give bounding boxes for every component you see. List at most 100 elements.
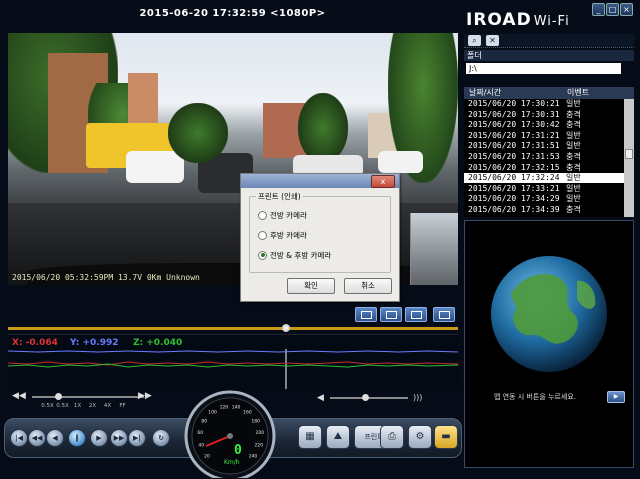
map-hint-text: 맵 연동 시 버튼을 누르세요. [494,393,576,401]
radio-circle-icon [258,230,267,240]
pause-icon[interactable]: ‖ [68,429,86,447]
gauge-tick-label: 20 [204,453,210,459]
gauge-hub [227,433,233,439]
gauge-tick-label: 120 [220,405,229,411]
list-item[interactable]: 2015/06/20 17:32:15 충격 [464,163,624,173]
gauge-tick-label: 200 [256,430,265,436]
radio-circle-icon [258,210,267,220]
radio-rear-camera[interactable]: 후방 카메라 [258,230,307,241]
view-pip-button[interactable] [405,307,427,322]
list-item-event: 충격 [566,162,581,172]
map-connect-button[interactable]: ▶ [607,391,625,403]
ok-button[interactable]: 확인 [287,278,335,294]
speaker-icon[interactable]: ◀ [317,393,324,403]
film-icon[interactable]: ▦ [298,425,322,449]
maximize-button[interactable]: □ [606,3,619,16]
list-item-event: 일반 [566,141,581,151]
radio-front-camera[interactable]: 전방 카메라 [258,210,307,221]
prev-file-icon[interactable]: ◀◀ [28,429,46,447]
folder-path-field[interactable]: J:\ [466,63,621,74]
cancel-button[interactable]: 취소 [344,278,392,294]
close-window-button[interactable]: × [620,3,633,16]
g-sensor-z: Z: +0.040 [133,338,183,348]
view-front-button[interactable] [355,307,377,322]
list-item[interactable]: 2015/06/20 17:33:21 일반 [464,184,624,194]
settings-gear-icon[interactable]: ⚙ [408,425,432,449]
list-item-event: 충격 [566,120,581,130]
speed-slider-knob[interactable] [55,393,62,400]
list-item[interactable]: 2015/06/20 17:30:21 일반 [464,99,624,109]
g-sensor-plot [8,349,458,389]
list-item-event: 충격 [566,109,581,119]
radio-label: 전방 카메라 [270,211,307,220]
g-sensor-y: Y: +0.992 [70,338,119,348]
speed-label: 0.5X [56,403,69,409]
speed-slider[interactable] [32,396,144,398]
radio-front-rear-camera[interactable]: 전방 & 후방 카메라 [258,250,331,261]
gauge-tick-label: 180 [251,419,260,425]
speed-label: 1X [73,403,82,409]
gauge-tick-label: 240 [249,453,258,459]
g-sensor-z-line [8,363,458,368]
next-file-icon[interactable]: ▶▶ [110,429,128,447]
print-icon[interactable]: ⎙ [380,425,404,449]
list-item[interactable]: 2015/06/20 17:30:42 충격 [464,120,624,130]
print-group-label: 프린트 (인쇄) [256,191,303,202]
g-sensor-x-line [8,361,458,366]
gauge-unit: Km/h [224,459,240,466]
list-item[interactable]: 2015/06/20 17:32:24 일반 [464,173,624,184]
search-icon[interactable]: ⌕ [468,35,481,46]
repeat-icon[interactable]: ↻ [152,429,170,447]
gauge-speed-value: 0 [234,443,242,458]
dialog-close-button[interactable]: x [371,175,395,188]
speed-label: FF [119,403,126,409]
step-back-icon[interactable]: ◀ [46,429,64,447]
gauge-tick-label: 100 [208,410,217,416]
speed-label: 2X [88,403,97,409]
file-toolstrip: ⌕ ✕ [464,34,634,48]
file-list[interactable]: 2015/06/20 17:30:21 일반 2015/06/20 17:30:31… [464,99,624,217]
volume-knob[interactable] [362,394,369,401]
file-list-scrollbar[interactable] [624,99,634,217]
globe-icon [491,256,607,372]
play-icon[interactable]: ▶ [90,429,108,447]
volume-slider[interactable] [330,397,408,399]
app-logo: IROAD Wi-Fi [466,10,570,30]
list-item-datetime: 2015/06/20 17:32:24 [468,173,560,183]
folder-icon[interactable]: ▬ [434,425,458,449]
list-item-event: 일반 [566,183,581,193]
list-item[interactable]: 2015/06/20 17:34:29 일반 [464,194,624,204]
minimize-button[interactable]: _ [592,3,605,16]
video-osd: 2015/06/20 05:32:59PM 13.7V 0Km Unknown [12,273,200,282]
faster-icon[interactable]: ▶▶ [138,391,152,401]
list-item-event: 일반 [566,194,581,204]
list-item-event: 일반 [566,99,581,108]
view-split-button[interactable] [380,307,402,322]
list-item[interactable]: 2015/06/20 17:31:51 일반 [464,141,624,151]
last-file-icon[interactable]: ▶| [128,429,146,447]
list-item[interactable]: 2015/06/20 17:31:21 일반 [464,131,624,141]
map-pin-icon[interactable]: ⛰ [326,425,350,449]
view-side-button[interactable] [433,307,455,322]
g-sensor-y-line [8,350,458,353]
col-event[interactable]: 이벤트 [567,87,589,99]
col-datetime[interactable]: 날짜/시간 [469,87,501,99]
list-item-datetime: 2015/06/20 17:31:51 [468,141,560,151]
tools-icon[interactable]: ✕ [486,35,499,46]
list-item[interactable]: 2015/06/20 17:31:53 충격 [464,152,624,162]
slower-icon[interactable]: ◀◀ [12,391,26,401]
rear-camera-pip[interactable] [410,213,458,285]
video-timestamp: 2015-06-20 17:32:59 <1080P> [139,8,326,19]
timeline-scrubber[interactable] [282,324,290,332]
speed-labels: 0.5X 0.5X 1X 2X 4X FF [40,403,150,409]
g-sensor-graph: X: -0.064 Y: +0.992 Z: +0.040 [8,334,458,390]
speed-label: 0.5X [41,403,54,409]
first-file-icon[interactable]: |◀ [10,429,28,447]
scrollbar-thumb[interactable] [625,149,633,159]
list-item[interactable]: 2015/06/20 17:30:31 충격 [464,110,624,120]
list-item[interactable]: 2015/06/20 17:34:39 충격 [464,205,624,215]
print-option-group: 프린트 (인쇄) 전방 카메라 후방 카메라 전방 & 후방 카메라 [249,191,391,273]
playback-timeline[interactable] [8,327,458,330]
list-item-datetime: 2015/06/20 17:31:21 [468,130,560,140]
list-item-event: 일반 [566,173,581,183]
